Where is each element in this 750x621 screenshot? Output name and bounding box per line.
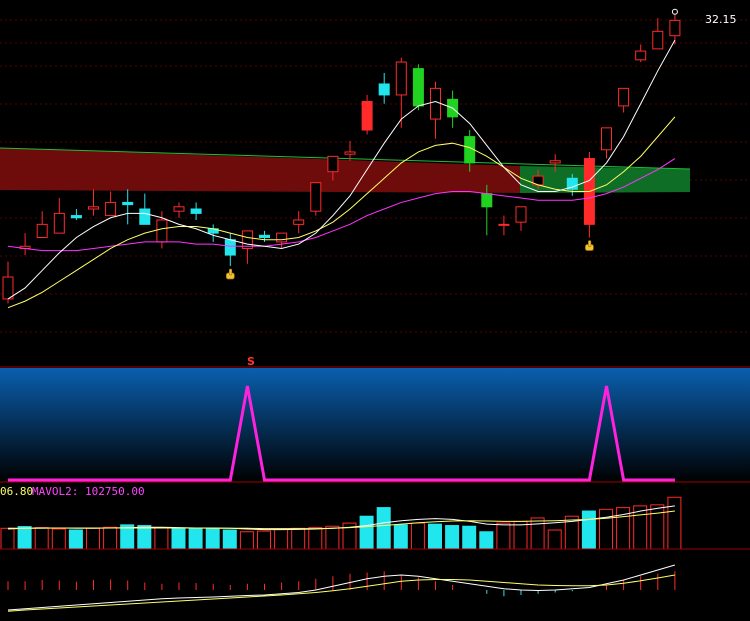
volume-bar bbox=[154, 527, 169, 550]
candle-body bbox=[70, 215, 82, 219]
volume-bar bbox=[667, 496, 682, 550]
volume-bar bbox=[410, 522, 425, 550]
candle-body bbox=[618, 87, 630, 107]
volume-bar bbox=[34, 527, 49, 550]
candle-body bbox=[515, 206, 527, 223]
candle-body bbox=[310, 182, 322, 212]
candle-body bbox=[395, 61, 407, 96]
mavol1-label: 06.80 bbox=[0, 485, 33, 498]
volume-bar bbox=[479, 531, 494, 550]
candle-body bbox=[259, 234, 270, 239]
candle-body bbox=[139, 208, 151, 225]
candle-body bbox=[652, 30, 664, 50]
volume-bar bbox=[68, 529, 83, 550]
volume-bar bbox=[462, 525, 477, 550]
candle-body bbox=[2, 276, 14, 300]
volume-bar bbox=[188, 528, 203, 550]
candle-body bbox=[327, 155, 339, 173]
volume-bar bbox=[137, 525, 152, 550]
volume-bar bbox=[51, 528, 66, 550]
volume-bar bbox=[428, 523, 442, 550]
volume-bar bbox=[86, 527, 100, 550]
volume-bar bbox=[205, 527, 220, 550]
volume-bar bbox=[599, 508, 613, 550]
candle-body bbox=[412, 68, 424, 107]
candle-body bbox=[549, 160, 561, 164]
volume-bar bbox=[274, 528, 289, 550]
volume-bar bbox=[171, 527, 186, 550]
candle-body bbox=[36, 223, 48, 239]
candle-body bbox=[122, 201, 134, 206]
volume-bar bbox=[0, 527, 15, 550]
volume-bar bbox=[308, 527, 323, 550]
candle-body bbox=[173, 206, 185, 212]
ribbon-green bbox=[520, 166, 690, 193]
candle-body bbox=[344, 151, 356, 155]
volume-bar bbox=[445, 525, 460, 550]
volume-bar bbox=[513, 520, 528, 550]
candle-body bbox=[498, 223, 510, 226]
signal-panel bbox=[0, 366, 750, 483]
candle-body bbox=[293, 219, 305, 225]
candle-body bbox=[378, 83, 390, 96]
volume-bar bbox=[547, 529, 562, 550]
volume-bar bbox=[257, 530, 271, 550]
candle-body bbox=[276, 232, 288, 243]
volume-bar bbox=[17, 526, 32, 550]
candle-body bbox=[635, 50, 647, 61]
volume-bar bbox=[496, 522, 511, 550]
candle-body bbox=[88, 206, 99, 210]
mavol2-label: MAVOL2: 102750.00 bbox=[32, 485, 145, 498]
candle-body bbox=[53, 212, 65, 234]
volume-bar bbox=[291, 527, 306, 550]
volume-bar bbox=[359, 515, 374, 550]
volume-bar bbox=[581, 510, 596, 550]
price-high-label: 32.15 bbox=[705, 13, 737, 26]
volume-bar bbox=[650, 504, 665, 550]
volume-bar bbox=[325, 525, 340, 550]
candle-body bbox=[224, 239, 236, 256]
stock-chart: 32.15 S 06.80 MAVOL2: 102750.00 bbox=[0, 0, 750, 621]
volume-bar bbox=[376, 507, 391, 550]
candle-body bbox=[156, 219, 168, 243]
candle-body bbox=[601, 127, 612, 151]
signal-marker: S bbox=[247, 355, 255, 368]
candle-body bbox=[105, 201, 117, 217]
candle-body bbox=[481, 193, 493, 208]
candle-body bbox=[430, 87, 441, 120]
volume-bar bbox=[530, 517, 545, 550]
signal-background bbox=[0, 368, 750, 482]
volume-bar bbox=[222, 529, 237, 550]
candle-body bbox=[361, 101, 373, 131]
volume-bar bbox=[103, 526, 118, 550]
candle-body bbox=[669, 19, 681, 37]
candle-body bbox=[190, 208, 202, 214]
volume-bar bbox=[120, 524, 135, 550]
volume-bar bbox=[239, 531, 254, 550]
volume-bar bbox=[393, 524, 408, 550]
